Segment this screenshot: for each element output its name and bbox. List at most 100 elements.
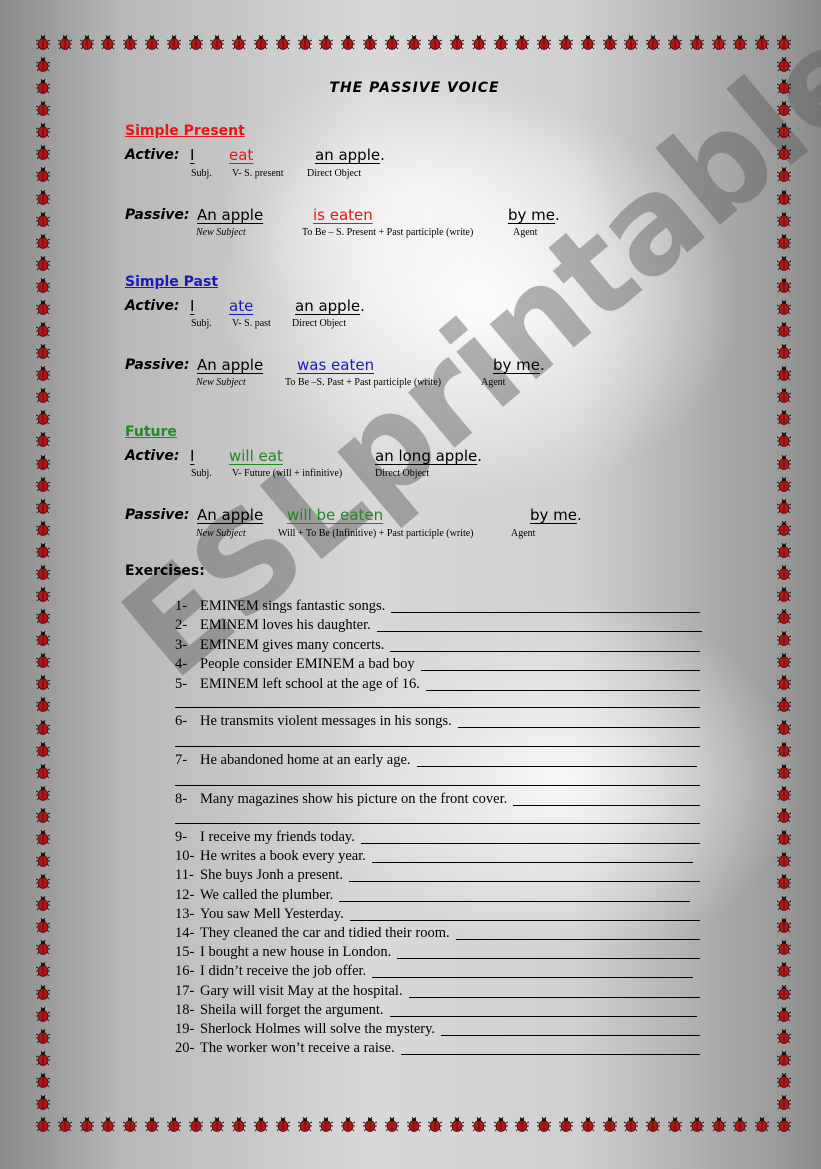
answer-line[interactable] [416, 765, 697, 767]
exercise-sentence: EMINEM loves his daughter. [200, 617, 371, 633]
answer-line[interactable] [455, 938, 700, 940]
exercise-sentence: I receive my friends today. [200, 829, 355, 845]
exercise-number: 1- [175, 598, 188, 614]
object-text: an long apple [375, 447, 478, 465]
note-object: Direct Object [307, 168, 362, 179]
exercise-number: 7- [175, 752, 188, 768]
period: . [360, 297, 365, 315]
exercises-heading: Exercises: [125, 563, 205, 579]
agent-text: by me [493, 356, 541, 374]
active-label: Active: [125, 448, 180, 464]
period: . [555, 206, 560, 224]
answer-line[interactable] [420, 669, 700, 671]
exercise-sentence: I didn’t receive the job offer. [200, 963, 367, 979]
note-formula: To Be –S. Past + Past participle (write) [285, 377, 442, 388]
exercise-item: 16- I didn’t receive the job offer. [175, 963, 693, 980]
exercise-sentence: He writes a book every year. [200, 848, 366, 864]
exercise-number: 12- [175, 887, 195, 903]
answer-line[interactable] [400, 1053, 700, 1055]
exercise-number: 4- [175, 656, 188, 672]
exercise-item: 15- I bought a new house in London. [175, 944, 700, 961]
answer-line[interactable] [348, 880, 700, 882]
active-verb: will eat [229, 447, 283, 465]
answer-line[interactable] [175, 823, 700, 824]
period: . [540, 356, 545, 374]
exercise-number: 9- [175, 829, 188, 845]
exercise-number: 19- [175, 1021, 195, 1037]
active-object: an apple. [295, 297, 365, 315]
agent-text: by me [508, 206, 556, 224]
exercise-number: 18- [175, 1002, 195, 1018]
answer-line[interactable] [175, 785, 700, 786]
note-new-subject: New Subject [196, 227, 246, 238]
answer-line[interactable] [441, 1034, 700, 1036]
note-subj: Subj. [191, 168, 212, 179]
exercise-sentence: I bought a new house in London. [200, 944, 392, 960]
answer-line[interactable] [349, 919, 700, 921]
answer-line[interactable] [376, 630, 702, 632]
exercise-item: 1- EMINEM sings fantastic songs. [175, 598, 700, 615]
passive-verb: was eaten [297, 356, 375, 374]
period: . [380, 146, 385, 164]
answer-line[interactable] [408, 996, 700, 998]
answer-line[interactable] [175, 707, 700, 708]
exercise-item: 10- He writes a book every year. [175, 848, 693, 865]
answer-line[interactable] [339, 900, 690, 902]
note-object: Direct Object [375, 468, 430, 479]
exercise-number: 5- [175, 676, 188, 692]
exercise-number: 13- [175, 906, 195, 922]
exercise-number: 3- [175, 637, 188, 653]
exercise-item: 6- He transmits violent messages in his s… [175, 713, 700, 730]
answer-line[interactable] [389, 1015, 697, 1017]
answer-line[interactable] [390, 650, 700, 652]
active-label: Active: [125, 298, 180, 314]
note-subj: Subj. [191, 318, 212, 329]
exercise-item: 8- Many magazines show his picture on the… [175, 791, 700, 808]
note-object: Direct Object [292, 318, 347, 329]
exercise-number: 14- [175, 925, 195, 941]
answer-line[interactable] [391, 611, 700, 613]
exercise-item: 18- Sheila will forget the argument. [175, 1002, 697, 1019]
exercise-sentence: They cleaned the car and tidied their ro… [200, 925, 450, 941]
answer-line[interactable] [425, 689, 700, 691]
exercise-sentence: He transmits violent messages in his son… [200, 713, 452, 729]
active-label: Active: [125, 147, 180, 163]
note-agent: Agent [481, 377, 506, 388]
note-new-subject: New Subject [196, 528, 246, 539]
active-object: an long apple. [375, 447, 482, 465]
note-verb: V- S. past [232, 318, 271, 329]
exercise-item: 11- She buys Jonh a present. [175, 867, 700, 884]
section-heading-future: Future [125, 424, 177, 440]
note-formula: Will + To Be (Infinitive) + Past partici… [278, 528, 474, 539]
answer-line[interactable] [371, 861, 693, 863]
exercise-number: 20- [175, 1040, 195, 1056]
passive-agent: by me. [508, 206, 560, 224]
passive-subject: An apple [197, 206, 264, 224]
exercise-sentence: You saw Mell Yesterday. [200, 906, 344, 922]
section-heading-simple-present: Simple Present [125, 123, 245, 139]
section-heading-simple-past: Simple Past [125, 274, 219, 290]
exercise-sentence: Many magazines show his picture on the f… [200, 791, 508, 807]
exercise-item: 17- Gary will visit May at the hospital. [175, 983, 700, 1000]
passive-verb: will be eaten [287, 506, 384, 524]
active-verb: ate [229, 297, 254, 315]
note-verb: V- Future (will + infinitive) [232, 468, 343, 479]
period: . [577, 506, 582, 524]
exercise-sentence: She buys Jonh a present. [200, 867, 343, 883]
exercise-item: 5- EMINEM left school at the age of 16. [175, 676, 700, 693]
passive-agent: by me. [530, 506, 582, 524]
exercise-item: 12- We called the plumber. [175, 887, 690, 904]
note-agent: Agent [513, 227, 538, 238]
answer-line[interactable] [513, 804, 700, 806]
answer-line[interactable] [175, 746, 700, 747]
answer-line[interactable] [372, 976, 693, 978]
answer-line[interactable] [457, 726, 700, 728]
exercise-number: 15- [175, 944, 195, 960]
passive-label: Passive: [125, 357, 190, 373]
answer-line[interactable] [360, 842, 700, 844]
period: . [477, 447, 483, 465]
exercise-sentence: People consider EMINEM a bad boy [200, 656, 415, 672]
exercise-sentence: Sherlock Holmes will solve the mystery. [200, 1021, 436, 1037]
exercise-number: 11- [175, 867, 194, 883]
answer-line[interactable] [397, 957, 700, 959]
